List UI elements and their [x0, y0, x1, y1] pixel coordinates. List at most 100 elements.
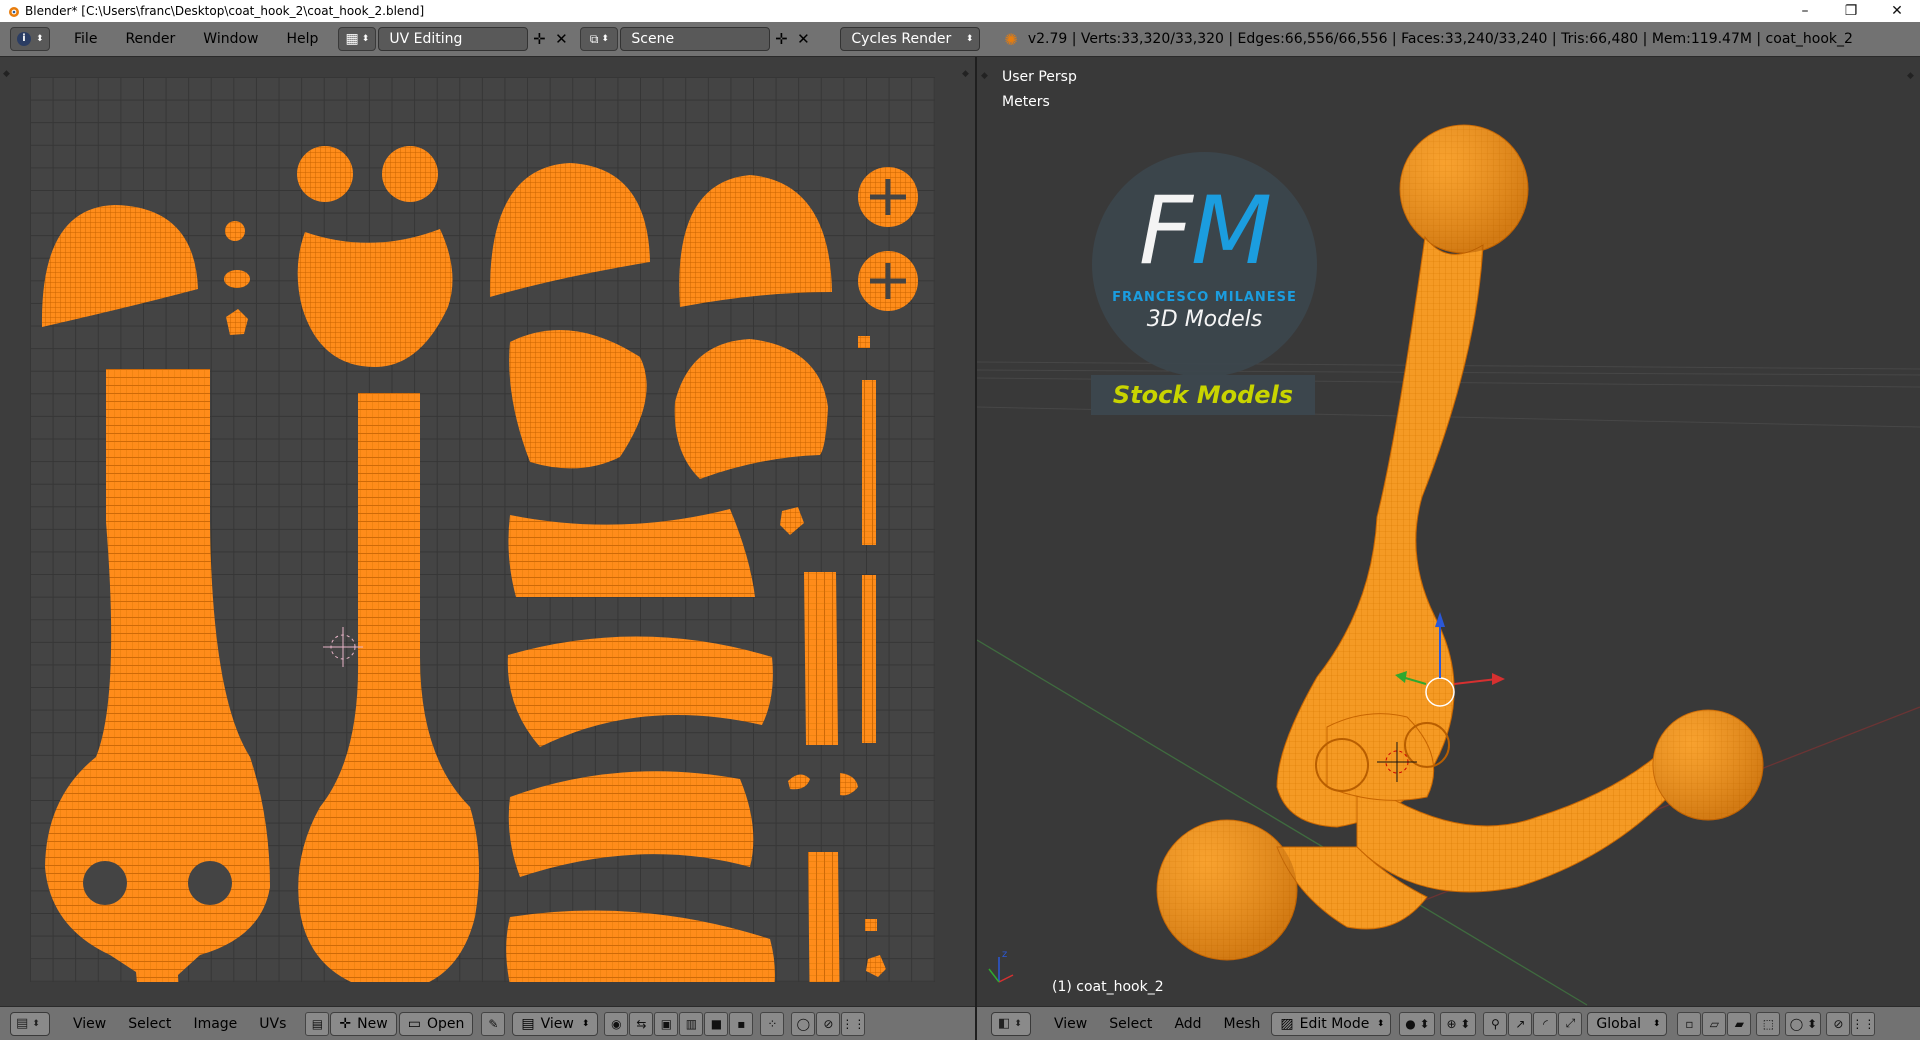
- snap-element-icon[interactable]: ⋮⋮: [841, 1011, 866, 1036]
- plus-icon: ✛: [339, 1015, 352, 1032]
- limit-selection-icon[interactable]: ⬚: [1756, 1011, 1781, 1036]
- uv-image-editor[interactable]: ◆ ◆: [0, 57, 975, 1006]
- scene-statistics: v2.79 | Verts:33,320/33,320 | Edges:66,5…: [1027, 31, 1853, 47]
- watermark-initials: FM: [1092, 182, 1317, 282]
- snap-icon[interactable]: ⊘: [816, 1011, 841, 1036]
- watermark-badge: Stock Models: [1091, 375, 1315, 415]
- region-toggle-left-icon[interactable]: ◆: [3, 69, 13, 79]
- updown-arrows-icon: ⬍: [1014, 1018, 1022, 1029]
- pin-image-icon[interactable]: ✎: [481, 1011, 506, 1036]
- screen-layout-name[interactable]: UV Editing: [378, 27, 529, 51]
- pivot-point-icon[interactable]: ◉: [604, 1011, 629, 1036]
- editor-type-uv[interactable]: ▤ ⬍: [10, 1011, 50, 1036]
- close-button[interactable]: ✕: [1874, 0, 1920, 22]
- edge-select-mode-icon[interactable]: ▱: [1702, 1011, 1727, 1036]
- folder-icon: ▭: [407, 1015, 421, 1032]
- uv-islands[interactable]: [30, 77, 935, 982]
- view-mode-icon: ▤: [521, 1015, 535, 1032]
- updown-arrows-icon: ⬍: [581, 1018, 590, 1029]
- proportional-edit-3d-icon[interactable]: ◯ ⬍: [1785, 1011, 1822, 1036]
- vertex-select-mode-icon[interactable]: ▫: [1677, 1011, 1702, 1036]
- uv-menu-image[interactable]: Image: [182, 1016, 248, 1032]
- info-icon: i: [17, 32, 31, 46]
- open-image-label: Open: [426, 1015, 465, 1032]
- screen-layout-browse[interactable]: ▦ ⬍: [338, 27, 377, 51]
- updown-arrows-icon: ⬍: [32, 1018, 40, 1029]
- region-toggle-right-icon[interactable]: ◆: [962, 69, 972, 79]
- scene-icon: ⧉: [589, 31, 599, 46]
- render-engine-select[interactable]: Cycles Render ⬍: [840, 27, 981, 51]
- menu-window[interactable]: Window: [189, 31, 272, 47]
- view-axes: z: [988, 949, 1014, 983]
- updown-arrows-icon: ⬍: [36, 34, 44, 44]
- editor-type-info[interactable]: i ⬍: [10, 27, 50, 51]
- blender-render-icon: ✺: [1004, 29, 1018, 49]
- interaction-mode-select[interactable]: ▨ Edit Mode ⬍: [1271, 1011, 1392, 1036]
- blender-logo-icon: [9, 7, 19, 17]
- updown-arrows-icon: ⬍: [965, 34, 974, 44]
- edge-select-icon[interactable]: ▥: [679, 1011, 704, 1036]
- menu-help[interactable]: Help: [272, 31, 332, 47]
- snap-element-3d-icon[interactable]: ⋮⋮: [1851, 1011, 1876, 1036]
- editor-type-3d[interactable]: ◧ ⬍: [991, 1011, 1031, 1036]
- transform-orientation-label: Global: [1596, 1015, 1642, 1032]
- menu-file[interactable]: File: [60, 31, 111, 47]
- rotate-manipulator-icon[interactable]: ◜: [1533, 1011, 1558, 1036]
- minimize-button[interactable]: –: [1782, 0, 1828, 22]
- layout-grid-icon: ▦: [345, 31, 359, 47]
- vertex-select-icon[interactable]: ▣: [654, 1011, 679, 1036]
- watermark-logo: FM FM FRANCESCO MILANESE 3D Models: [1092, 152, 1317, 377]
- svg-text:z: z: [1002, 949, 1007, 960]
- uv-menu-view[interactable]: View: [62, 1016, 117, 1032]
- viewport-menu-select[interactable]: Select: [1098, 1016, 1163, 1032]
- uv-view-mode-select[interactable]: ▤ View ⬍: [512, 1011, 599, 1036]
- viewport-menu-add[interactable]: Add: [1163, 1016, 1212, 1032]
- window-title: Blender* [C:\Users\franc\Desktop\coat_ho…: [25, 4, 425, 18]
- uv-menu-uvs[interactable]: UVs: [248, 1016, 297, 1032]
- new-image-label: New: [357, 1015, 388, 1032]
- face-select-icon[interactable]: ■: [704, 1011, 729, 1036]
- sticky-select-icon[interactable]: ⁘: [760, 1011, 785, 1036]
- open-image-button[interactable]: ▭ Open: [398, 1011, 474, 1036]
- edit-mode-icon: ▨: [1280, 1015, 1294, 1032]
- info-header: i ⬍ File Render Window Help ▦ ⬍ UV Editin…: [0, 22, 1920, 57]
- viewport-menu-mesh[interactable]: Mesh: [1213, 1016, 1272, 1032]
- cube-icon: ◧: [998, 1016, 1011, 1031]
- updown-arrows-icon: ⬍: [1376, 1018, 1385, 1029]
- viewport-shading-icon[interactable]: ● ⬍: [1399, 1011, 1436, 1036]
- add-screen-icon[interactable]: ✛: [528, 28, 550, 50]
- new-image-button[interactable]: ✛ New: [330, 1011, 397, 1036]
- image-browse-icon[interactable]: ▤: [305, 1011, 330, 1036]
- scale-manipulator-icon[interactable]: ⤢: [1558, 1011, 1583, 1036]
- proportional-edit-icon[interactable]: ◯: [791, 1011, 816, 1036]
- uv-menu-select[interactable]: Select: [117, 1016, 182, 1032]
- active-object-label: (1) coat_hook_2: [1052, 979, 1164, 995]
- watermark-initial-f: F: [1138, 177, 1193, 286]
- render-engine-label: Cycles Render: [851, 31, 952, 47]
- watermark-initial-m: M: [1190, 177, 1272, 286]
- add-scene-icon[interactable]: ✛: [770, 28, 792, 50]
- pivot-point-3d-icon[interactable]: ⊕ ⬍: [1440, 1011, 1477, 1036]
- restore-button[interactable]: ❐: [1828, 0, 1874, 22]
- remove-screen-icon[interactable]: ✕: [550, 28, 572, 50]
- translate-manipulator-icon[interactable]: ↗: [1508, 1011, 1533, 1036]
- watermark-name: FRANCESCO MILANESE: [1112, 290, 1297, 305]
- transform-orientation-select[interactable]: Global ⬍: [1587, 1011, 1668, 1036]
- island-select-icon[interactable]: ▪: [729, 1011, 754, 1036]
- uv-view-mode-label: View: [540, 1015, 574, 1032]
- viewport-menu-view[interactable]: View: [1043, 1016, 1098, 1032]
- uv-editor-header: ▤ ⬍ View Select Image UVs ▤ ✛ New ▭ Open ✎ …: [0, 1006, 975, 1040]
- manipulator-toggle-icon[interactable]: ⚲: [1483, 1011, 1508, 1036]
- snap-3d-icon[interactable]: ⊘: [1826, 1011, 1851, 1036]
- updown-arrows-icon: ⬍: [1652, 1018, 1661, 1029]
- watermark-tagline: 3D Models: [1146, 307, 1263, 332]
- menu-render[interactable]: Render: [111, 31, 189, 47]
- sync-selection-icon[interactable]: ⇆: [629, 1011, 654, 1036]
- scene-browse[interactable]: ⧉ ⬍: [580, 27, 619, 51]
- scene-name[interactable]: Scene: [620, 27, 771, 51]
- remove-scene-icon[interactable]: ✕: [792, 28, 814, 50]
- updown-arrows-icon: ⬍: [601, 34, 609, 44]
- 3d-viewport[interactable]: ◆ ◆ User Persp Meters z FM FRANCESCO MIL…: [977, 57, 1920, 1006]
- updown-arrows-icon: ⬍: [361, 34, 370, 44]
- face-select-mode-icon[interactable]: ▰: [1727, 1011, 1752, 1036]
